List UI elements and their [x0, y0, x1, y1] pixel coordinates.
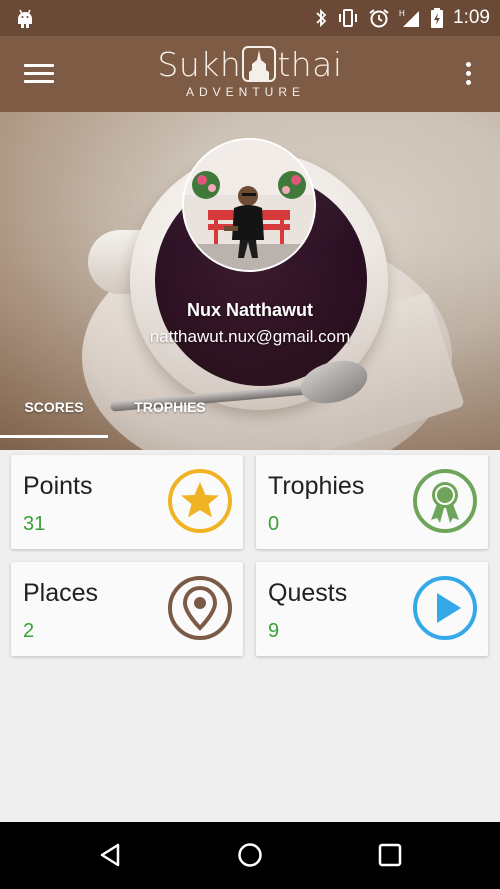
back-icon[interactable] [96, 840, 126, 870]
android-icon [18, 9, 32, 28]
logo-text-left: Sukh [157, 45, 242, 84]
points-card[interactable]: Points 31 [11, 455, 243, 549]
play-icon [413, 576, 477, 640]
hamburger-menu-icon[interactable] [24, 64, 54, 84]
navigation-bar [0, 822, 500, 889]
location-pin-icon [168, 576, 232, 640]
battery-icon [431, 8, 444, 28]
card-title: Places [23, 579, 99, 607]
svg-text:H: H [399, 9, 405, 18]
quests-card[interactable]: Quests 9 [256, 562, 488, 656]
places-card[interactable]: Places 2 [11, 562, 243, 656]
signal-icon: H [399, 9, 420, 27]
card-title: Trophies [268, 472, 365, 500]
trophies-card[interactable]: Trophies 0 [256, 455, 488, 549]
avatar[interactable] [182, 138, 316, 272]
profile-email: natthawut.nux@gmail.com [149, 327, 351, 346]
logo-subtitle: ADVENTURE [186, 85, 306, 99]
recents-icon[interactable] [375, 840, 405, 870]
temple-logo-icon [242, 46, 277, 82]
home-icon[interactable] [235, 840, 265, 870]
star-icon [168, 469, 232, 533]
card-value: 2 [23, 620, 35, 642]
card-value: 9 [268, 620, 280, 642]
logo-text-right: thai [277, 45, 343, 84]
tab-indicator [0, 435, 108, 438]
app-bar: Sukh thai ADVENTURE [0, 36, 500, 112]
award-ribbon-icon [413, 469, 477, 533]
card-title: Quests [268, 579, 348, 607]
tab-trophies[interactable]: TROPHIES [108, 390, 232, 436]
vibrate-icon [339, 9, 358, 27]
card-value: 31 [23, 513, 46, 535]
card-value: 0 [268, 513, 280, 535]
card-title: Points [23, 472, 93, 500]
app-logo: Sukh thai ADVENTURE [150, 46, 350, 106]
profile-name: Nux Natthawut [187, 300, 313, 320]
avatar-photo [184, 140, 314, 270]
status-bar: H 1:09 [0, 0, 500, 36]
profile-tabs: SCORES TROPHIES [0, 390, 500, 438]
alarm-icon [369, 9, 389, 28]
tab-scores[interactable]: SCORES [0, 390, 108, 436]
bluetooth-icon [316, 8, 327, 28]
status-time: 1:09 [453, 7, 490, 28]
more-vert-icon[interactable] [466, 62, 472, 88]
